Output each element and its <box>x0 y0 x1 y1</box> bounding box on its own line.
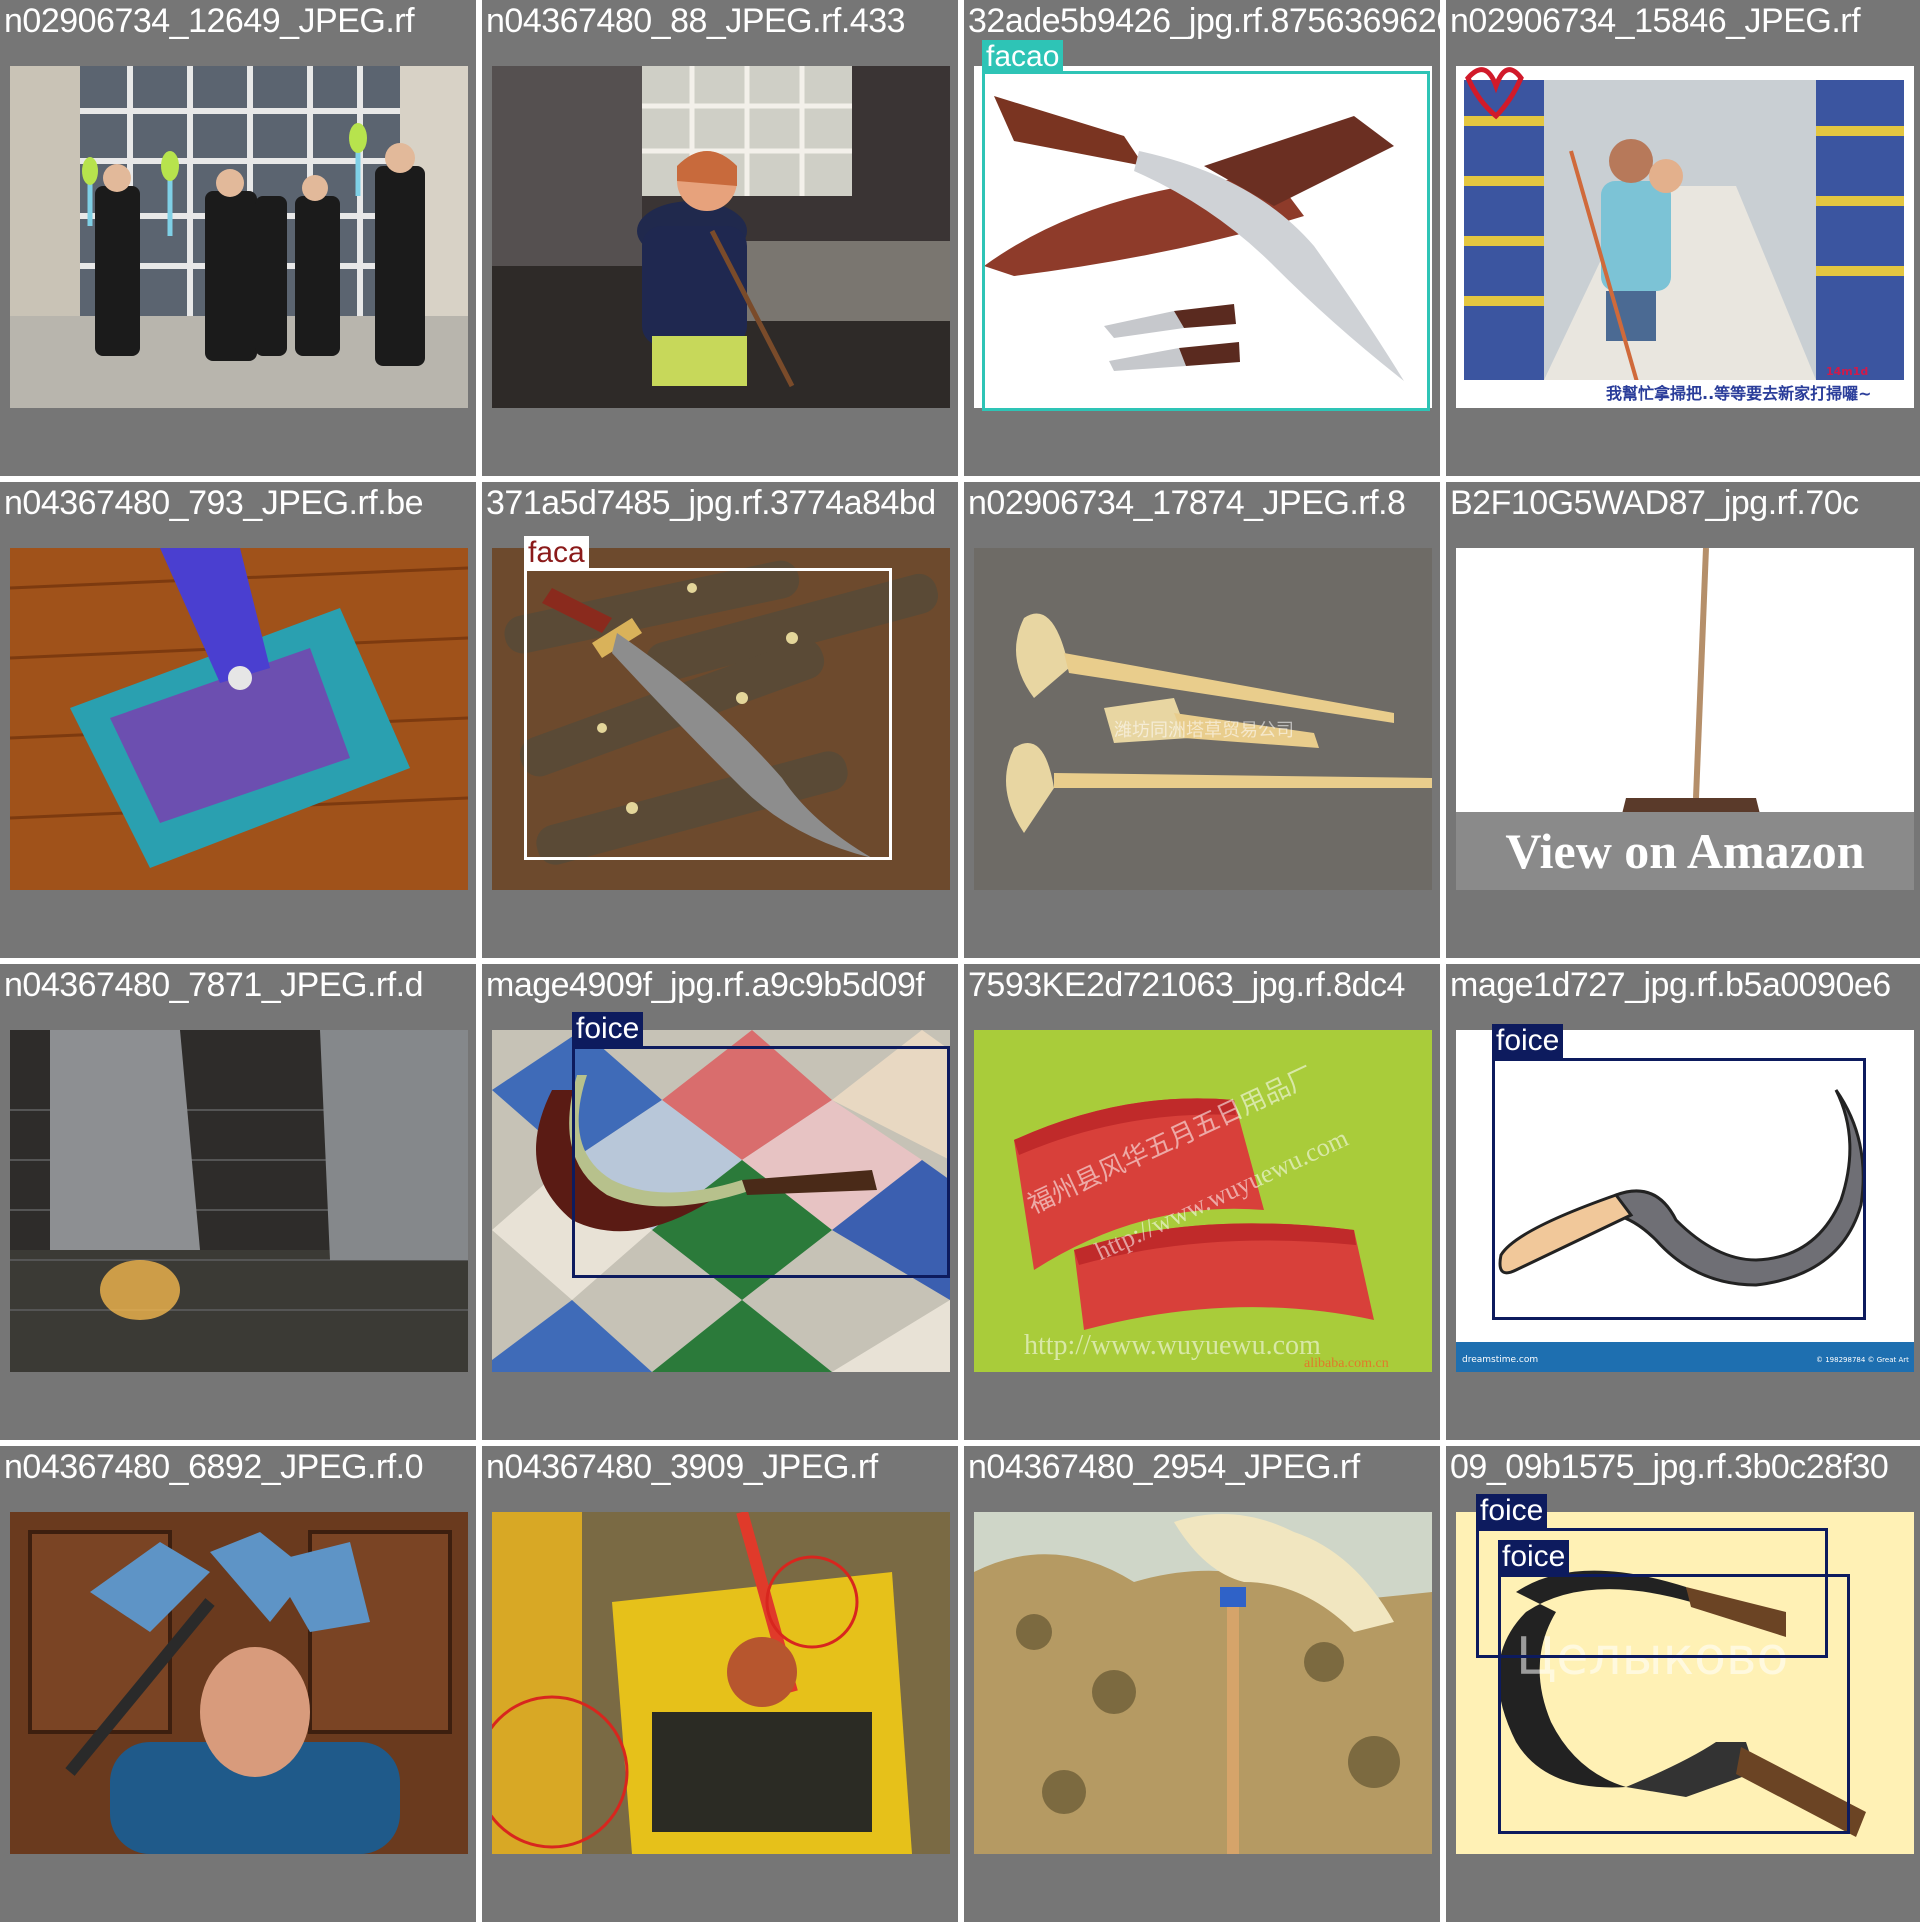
tile-16[interactable]: 09_09b1575_jpg.rf.3b0c28f30 Целыково foi… <box>1446 1446 1920 1922</box>
bbox-label-foice: foice <box>1492 1024 1564 1058</box>
image-credit: © 198298784 © Great Art <box>1816 1356 1909 1364</box>
tile-image: View on Amazon <box>1456 548 1914 890</box>
tile-filename: 32ade5b9426_jpg.rf.8756369626 <box>968 2 1440 40</box>
tile-image <box>492 66 950 408</box>
mop-heads-photo <box>10 1030 468 1372</box>
mop-wall-photo <box>974 1512 1432 1854</box>
kitchen-mopping-photo <box>492 66 950 408</box>
bbox-foice-2 <box>1498 1574 1850 1834</box>
tile-10[interactable]: mage4909f_jpg.rf.a9c9b5d09f foice <box>482 964 958 1440</box>
tile-image <box>10 548 468 890</box>
tile-filename: n02906734_12649_JPEG.rf <box>4 2 415 40</box>
photo-caption: 我幫忙拿掃把..等等要去新家打掃囉~ <box>1606 384 1872 403</box>
date-stamp: 14m1d <box>1826 365 1868 378</box>
tile-filename: n04367480_793_JPEG.rf.be <box>4 484 424 522</box>
tile-11[interactable]: 7593KE2d721063_jpg.rf.8dc4 福州县风华五月五日用品厂 … <box>964 964 1440 1440</box>
tile-14[interactable]: n04367480_3909_JPEG.rf <box>482 1446 958 1922</box>
tile-9[interactable]: n04367480_7871_JPEG.rf.d <box>0 964 476 1440</box>
bbox-label-faca: faca <box>524 536 589 570</box>
tile-filename: 371a5d7485_jpg.rf.3774a84bd <box>486 484 936 522</box>
tile-image <box>10 1030 468 1372</box>
tile-filename: n02906734_15846_JPEG.rf <box>1450 2 1861 40</box>
bbox-facao <box>982 71 1430 411</box>
bbox-label-foice-2: foice <box>1498 1540 1570 1574</box>
tile-15[interactable]: n04367480_2954_JPEG.rf <box>964 1446 1440 1922</box>
bbox-label-facao: facao <box>982 40 1064 74</box>
mop-on-head-photo <box>10 1512 468 1854</box>
tile-image <box>10 66 468 408</box>
tile-13[interactable]: n04367480_6892_JPEG.rf.0 <box>0 1446 476 1922</box>
mop-bucket-photo <box>492 1512 950 1854</box>
tile-image <box>10 1512 468 1854</box>
mop-pad-photo <box>10 548 468 890</box>
tile-4[interactable]: n02906734_15846_JPEG.rf 14m1d 我幫忙拿掃把..等等… <box>1446 0 1920 476</box>
image-grid: n02906734_12649_JPEG.rf n04367480_88_JPE… <box>0 0 1920 1922</box>
bbox-faca <box>524 568 892 860</box>
tile-1[interactable]: n02906734_12649_JPEG.rf <box>0 0 476 476</box>
watermark-alibaba: alibaba.com.cn <box>1304 1356 1389 1371</box>
tile-7[interactable]: n02906734_17874_JPEG.rf.8 潍坊同洲塔草贸易公司 <box>964 482 1440 958</box>
bbox-foice <box>572 1046 950 1278</box>
tile-image: 潍坊同洲塔草贸易公司 <box>974 548 1432 890</box>
tile-image <box>974 1512 1432 1854</box>
tile-filename: mage4909f_jpg.rf.a9c9b5d09f <box>486 966 925 1004</box>
students-photo <box>10 66 468 408</box>
tile-filename: B2F10G5WAD87_jpg.rf.70c <box>1450 484 1859 522</box>
tile-3[interactable]: 32ade5b9426_jpg.rf.8756369626 facao <box>964 0 1440 476</box>
tile-filename: 7593KE2d721063_jpg.rf.8dc4 <box>968 966 1405 1004</box>
tile-filename: n04367480_88_JPEG.rf.433 <box>486 2 906 40</box>
tile-filename: n04367480_6892_JPEG.rf.0 <box>4 1448 424 1486</box>
watermark-url: http://www.wuyuewu.com <box>1024 1330 1321 1361</box>
tile-12[interactable]: mage1d727_jpg.rf.b5a0090e6 dreamstime.co… <box>1446 964 1920 1440</box>
tile-filename: mage1d727_jpg.rf.b5a0090e6 <box>1450 966 1891 1004</box>
tile-filename: n04367480_7871_JPEG.rf.d <box>4 966 424 1004</box>
bbox-label-foice-1: foice <box>1476 1494 1548 1528</box>
bbox-label-foice: foice <box>572 1012 644 1046</box>
tile-filename: n02906734_17874_JPEG.rf.8 <box>968 484 1406 522</box>
tile-filename: n04367480_2954_JPEG.rf <box>968 1448 1360 1486</box>
store-broom-photo: 14m1d 我幫忙拿掃把..等等要去新家打掃囉~ <box>1456 66 1914 408</box>
bbox-foice <box>1492 1058 1866 1320</box>
dreamstime-logo: dreamstime.com <box>1462 1355 1538 1365</box>
tile-8[interactable]: B2F10G5WAD87_jpg.rf.70c View on Amazon <box>1446 482 1920 958</box>
watermark: 潍坊同洲塔草贸易公司 <box>1114 720 1294 740</box>
tile-6[interactable]: 371a5d7485_jpg.rf.3774a84bd faca <box>482 482 958 958</box>
tile-image: 福州县风华五月五日用品厂 http://www.wuyuewu.com http… <box>974 1030 1432 1372</box>
tile-5[interactable]: n04367480_793_JPEG.rf.be <box>0 482 476 958</box>
tile-image <box>492 1512 950 1854</box>
tile-filename: n04367480_3909_JPEG.rf <box>486 1448 878 1486</box>
view-on-amazon-banner[interactable]: View on Amazon <box>1456 812 1914 890</box>
tile-image: 14m1d 我幫忙拿掃把..等等要去新家打掃囉~ <box>1456 66 1914 408</box>
tile-filename: 09_09b1575_jpg.rf.3b0c28f30 <box>1450 1448 1889 1486</box>
tile-2[interactable]: n04367480_88_JPEG.rf.433 <box>482 0 958 476</box>
